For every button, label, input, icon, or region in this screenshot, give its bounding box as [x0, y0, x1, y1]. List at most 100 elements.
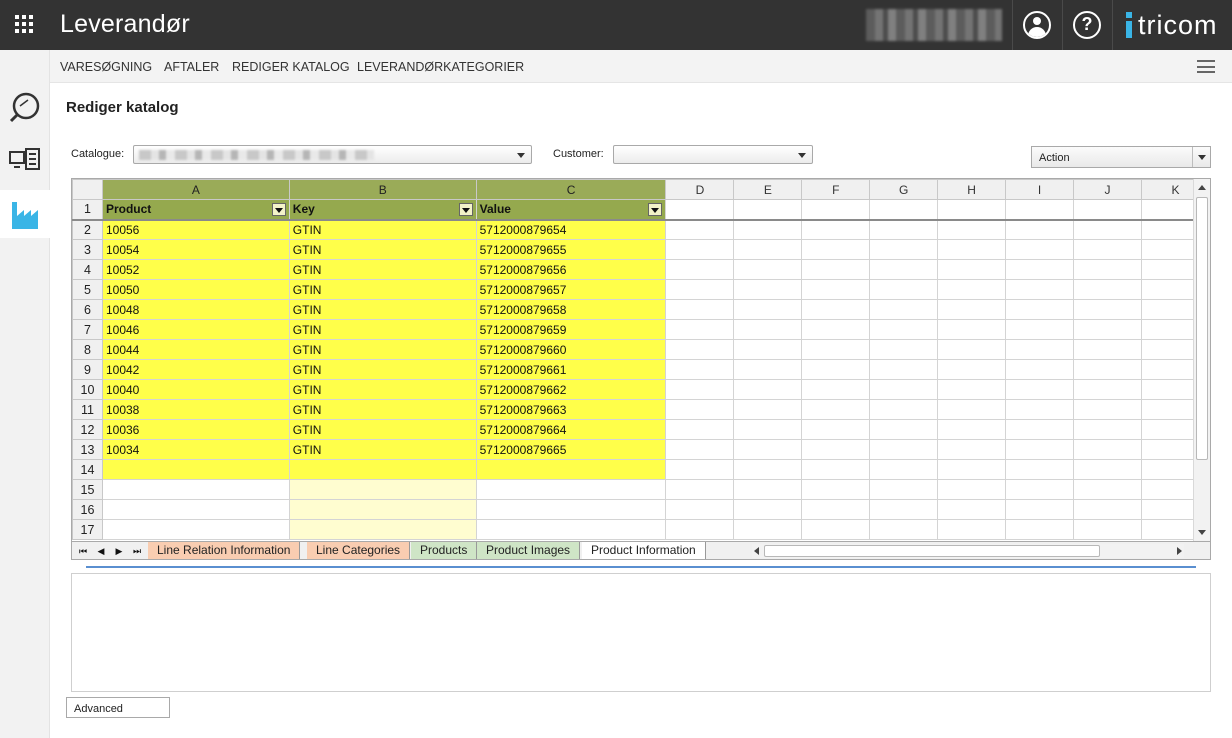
- grid-cell[interactable]: [801, 259, 871, 280]
- grid-cell[interactable]: [733, 419, 803, 440]
- grid-cell[interactable]: [1005, 479, 1075, 500]
- grid-cell[interactable]: [1005, 439, 1075, 460]
- grid-cell[interactable]: [1073, 459, 1142, 480]
- grid-cell[interactable]: [665, 479, 735, 500]
- row-header[interactable]: 4: [72, 259, 103, 280]
- column-filter-header[interactable]: Key: [288, 199, 477, 221]
- grid-cell[interactable]: [869, 199, 939, 221]
- grid-cell[interactable]: 10046: [101, 319, 290, 340]
- grid-cell[interactable]: 10054: [101, 239, 290, 260]
- grid-cell[interactable]: [665, 499, 735, 520]
- grid-cell[interactable]: [1073, 519, 1142, 540]
- grid-cell[interactable]: [1073, 339, 1142, 360]
- grid-cell[interactable]: [1005, 459, 1075, 480]
- customer-select[interactable]: [613, 145, 813, 164]
- grid-cell[interactable]: [288, 479, 477, 500]
- grid-cell[interactable]: 10044: [101, 339, 290, 360]
- grid-cell[interactable]: [801, 419, 871, 440]
- grid-cell[interactable]: [665, 379, 735, 400]
- grid-cell[interactable]: 5712000879663: [475, 399, 667, 420]
- grid-cell[interactable]: [1005, 519, 1075, 540]
- grid-cell[interactable]: 5712000879655: [475, 239, 667, 260]
- catalogue-select[interactable]: [133, 145, 532, 164]
- grid-cell[interactable]: [1073, 199, 1142, 221]
- vertical-scrollbar[interactable]: [1193, 179, 1210, 541]
- row-header[interactable]: 6: [72, 299, 103, 320]
- grid-cell[interactable]: [1073, 319, 1142, 340]
- grid-cell[interactable]: GTIN: [288, 239, 477, 260]
- grid-cell[interactable]: [937, 519, 1007, 540]
- column-header[interactable]: H: [937, 179, 1007, 200]
- column-header[interactable]: A: [101, 179, 290, 200]
- nav-varesogning[interactable]: VARESØGNING: [60, 60, 152, 74]
- scroll-up-icon[interactable]: [1198, 185, 1206, 190]
- horizontal-scrollbar[interactable]: [752, 544, 1184, 558]
- tab-product-images[interactable]: Product Images: [477, 542, 581, 559]
- grid-cell[interactable]: 5712000879659: [475, 319, 667, 340]
- grid-cell[interactable]: 5712000879658: [475, 299, 667, 320]
- grid-cell[interactable]: [101, 479, 290, 500]
- grid-cell[interactable]: [475, 499, 667, 520]
- grid-cell[interactable]: [1005, 499, 1075, 520]
- grid-cell[interactable]: [869, 279, 939, 300]
- row-header[interactable]: 3: [72, 239, 103, 260]
- grid-cell[interactable]: [801, 479, 871, 500]
- grid-cell[interactable]: [1073, 379, 1142, 400]
- grid-cell[interactable]: [1073, 359, 1142, 380]
- grid-cell[interactable]: GTIN: [288, 299, 477, 320]
- grid-cell[interactable]: [937, 419, 1007, 440]
- grid-cell[interactable]: [937, 399, 1007, 420]
- grid-cell[interactable]: [937, 319, 1007, 340]
- grid-cell[interactable]: [1005, 419, 1075, 440]
- grid-cell[interactable]: [475, 459, 667, 480]
- grid-cell[interactable]: [937, 339, 1007, 360]
- vertical-scroll-thumb[interactable]: [1196, 197, 1208, 460]
- grid-cell[interactable]: [733, 199, 803, 221]
- grid-cell[interactable]: [665, 319, 735, 340]
- grid-cell[interactable]: [1073, 499, 1142, 520]
- grid-cell[interactable]: [665, 199, 735, 221]
- grid-cell[interactable]: 10042: [101, 359, 290, 380]
- grid-cell[interactable]: [869, 259, 939, 280]
- grid-cell[interactable]: [733, 519, 803, 540]
- grid-cell[interactable]: [1073, 299, 1142, 320]
- grid-cell[interactable]: [1073, 259, 1142, 280]
- grid-cell[interactable]: 10048: [101, 299, 290, 320]
- scroll-down-icon[interactable]: [1198, 530, 1206, 535]
- grid-cell[interactable]: [869, 459, 939, 480]
- grid-cell[interactable]: [869, 359, 939, 380]
- grid-cell[interactable]: GTIN: [288, 279, 477, 300]
- grid-cell[interactable]: [733, 279, 803, 300]
- grid-cell[interactable]: [937, 199, 1007, 221]
- grid-cell[interactable]: [937, 279, 1007, 300]
- rail-search[interactable]: [0, 84, 50, 132]
- grid-cell[interactable]: [665, 519, 735, 540]
- grid-cell[interactable]: [937, 259, 1007, 280]
- column-header[interactable]: G: [869, 179, 939, 200]
- grid-cell[interactable]: [1005, 379, 1075, 400]
- tab-line-categories[interactable]: Line Categories: [307, 542, 411, 559]
- grid-cell[interactable]: [937, 479, 1007, 500]
- grid-cell[interactable]: [665, 459, 735, 480]
- row-header[interactable]: 11: [72, 399, 103, 420]
- tab-product-information[interactable]: Product Information: [582, 542, 706, 559]
- column-filter-header[interactable]: Value: [475, 199, 667, 221]
- grid-cell[interactable]: 10056: [101, 219, 290, 240]
- grid-cell[interactable]: [733, 359, 803, 380]
- grid-cell[interactable]: 5712000879657: [475, 279, 667, 300]
- grid-cell[interactable]: [733, 479, 803, 500]
- grid-cell[interactable]: GTIN: [288, 319, 477, 340]
- grid-cell[interactable]: [801, 199, 871, 221]
- nav-leverandorkategorier[interactable]: LEVERANDØRKATEGORIER: [357, 60, 524, 74]
- grid-cell[interactable]: [801, 379, 871, 400]
- horizontal-scroll-thumb[interactable]: [764, 545, 1100, 557]
- grid-cell[interactable]: [1005, 199, 1075, 221]
- grid-cell[interactable]: [665, 399, 735, 420]
- grid-cell[interactable]: [665, 299, 735, 320]
- grid-cell[interactable]: [1005, 339, 1075, 360]
- grid-cell[interactable]: [1073, 239, 1142, 260]
- grid-cell[interactable]: [869, 519, 939, 540]
- grid-cell[interactable]: [1005, 279, 1075, 300]
- grid-cell[interactable]: [665, 239, 735, 260]
- grid-cell[interactable]: [1005, 359, 1075, 380]
